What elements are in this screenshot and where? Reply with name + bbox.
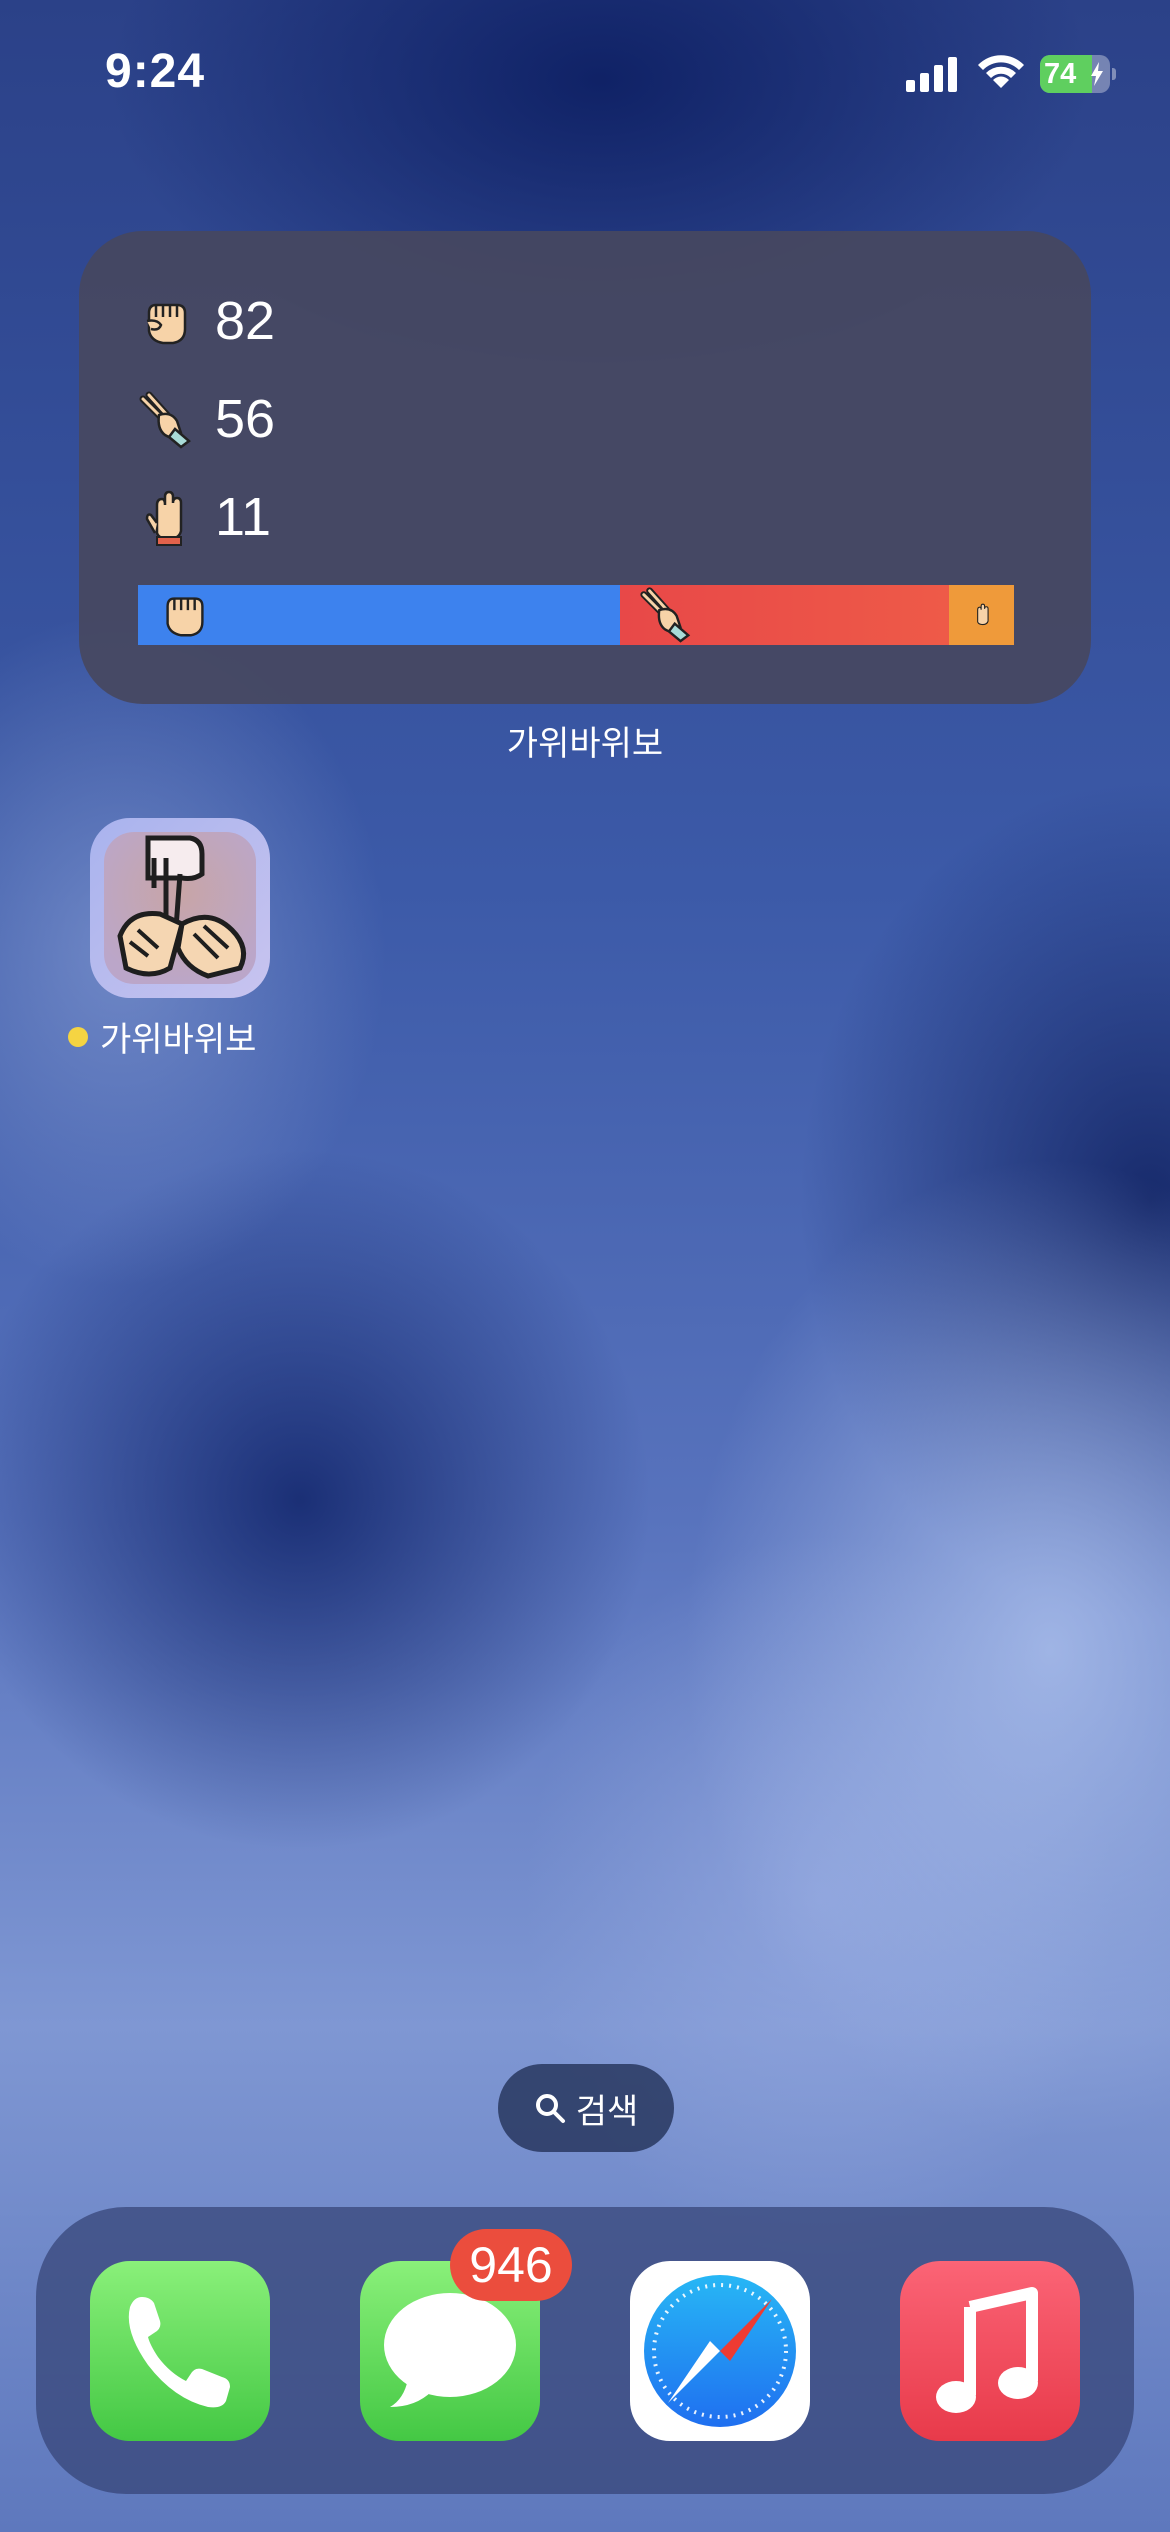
scissors-segment: [620, 585, 949, 645]
distribution-bar: [138, 585, 1014, 645]
scissors-count: 56: [215, 389, 276, 449]
stat-row-scissors: 56: [137, 379, 275, 459]
paper-segment: [949, 585, 1014, 645]
wifi-icon: [978, 55, 1024, 88]
dock: 946: [36, 2207, 1134, 2494]
rock-hand-icon: [166, 597, 204, 637]
scissors-hand-icon: [640, 587, 691, 643]
rps-app-icon[interactable]: [90, 818, 270, 998]
search-label: 검색: [575, 2092, 639, 2131]
rps-stats-widget[interactable]: 82 56 11: [79, 231, 1091, 704]
safari-icon: [644, 2275, 796, 2427]
rock-hand-icon: [146, 303, 187, 345]
dock-phone[interactable]: [90, 2261, 270, 2441]
paper-hand-icon: [145, 490, 183, 546]
scissors-hand-icon: [139, 391, 191, 449]
recently-installed-dot: [68, 1026, 88, 1047]
widget-label: 가위바위보: [506, 725, 664, 763]
stat-row-rock: 82: [137, 281, 275, 361]
battery-percent: 74: [1044, 58, 1077, 90]
status-time: 9:24: [105, 45, 206, 98]
rock-segment: [138, 585, 620, 645]
music-icon: [936, 2287, 1038, 2413]
stat-row-paper: 11: [137, 477, 271, 557]
search-icon: [535, 2094, 565, 2123]
status-bar: 9:24 74: [0, 0, 1170, 150]
charging-bolt-icon: [1091, 62, 1103, 86]
spotlight-search-button[interactable]: 검색: [498, 2064, 674, 2152]
paper-hand-icon: [977, 603, 989, 626]
rps-hands-icon: [117, 835, 247, 979]
messages-unread-badge: 946: [450, 2229, 572, 2301]
dock-messages[interactable]: 946: [360, 2229, 572, 2441]
battery-indicator: 74: [1040, 55, 1116, 93]
paper-count: 11: [215, 487, 272, 547]
dock-music[interactable]: [900, 2261, 1080, 2441]
cellular-signal-icon: [906, 57, 957, 92]
phone-icon: [128, 2297, 230, 2408]
rock-count: 82: [215, 291, 276, 351]
rps-app-label-row[interactable]: 가위바위보: [68, 1012, 256, 1061]
rps-app-label: 가위바위보: [100, 1021, 257, 1059]
dock-safari[interactable]: [630, 2261, 810, 2441]
